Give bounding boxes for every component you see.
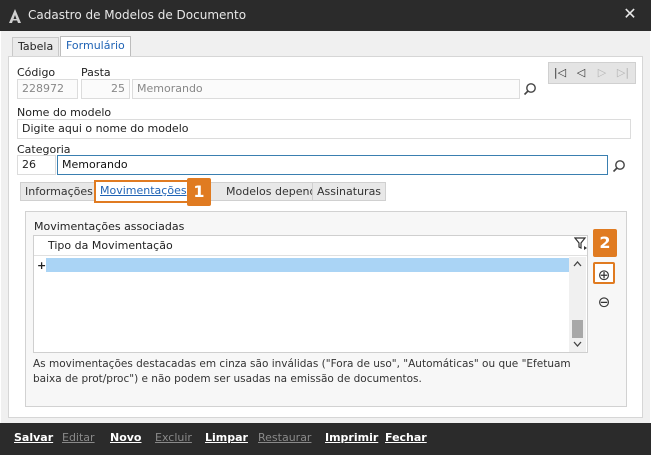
pasta-code-field[interactable]: 25 [81, 79, 130, 99]
app-logo-icon [9, 9, 21, 23]
tab-formulario[interactable]: Formulário [60, 36, 131, 56]
clear-button[interactable]: Limpar [205, 431, 248, 444]
prev-record-button[interactable]: ◁ [573, 66, 589, 80]
save-button[interactable]: Salvar [14, 431, 53, 444]
nome-field[interactable]: Digite aqui o nome do modelo [17, 119, 631, 139]
print-button[interactable]: Imprimir [325, 431, 378, 444]
column-header-tipo[interactable]: Tipo da Movimentação [48, 239, 173, 252]
last-record-button[interactable]: ▷| [615, 66, 631, 80]
tab-tabela[interactable]: Tabela [12, 37, 60, 56]
record-navigator: |◁ ◁ ▷ ▷| [548, 62, 636, 84]
movimentacoes-grid: Tipo da Movimentação + [33, 235, 588, 353]
filter-icon[interactable] [574, 237, 588, 251]
search-icon[interactable] [523, 82, 537, 96]
subtab-movimentacoes[interactable]: Movimentações [94, 180, 193, 203]
close-button[interactable]: Fechar [385, 431, 427, 444]
scroll-up-icon[interactable] [573, 261, 582, 267]
new-row-indicator: + [37, 259, 47, 272]
pasta-name-field[interactable]: Memorando [132, 79, 520, 99]
scrollbar-thumb[interactable] [572, 320, 583, 338]
subtab-informacoes[interactable]: Informações [20, 182, 98, 201]
grid-header: Tipo da Movimentação [34, 236, 587, 256]
edit-button[interactable]: Editar [62, 431, 95, 444]
scroll-down-icon[interactable] [573, 341, 582, 347]
first-record-button[interactable]: |◁ [552, 66, 568, 80]
close-icon[interactable]: ✕ [622, 6, 638, 22]
nome-label: Nome do modelo [17, 106, 112, 119]
add-movimentacao-button[interactable]: ⊕ [593, 262, 615, 284]
subtab-assinaturas[interactable]: Assinaturas [312, 182, 387, 201]
search-icon[interactable] [612, 159, 626, 173]
codigo-label: Código [17, 66, 56, 79]
restore-button[interactable]: Restaurar [258, 431, 311, 444]
vertical-scrollbar[interactable] [569, 257, 586, 352]
new-button[interactable]: Novo [110, 431, 142, 444]
next-record-button[interactable]: ▷ [594, 66, 610, 80]
codigo-field[interactable]: 228972 [17, 79, 78, 99]
bottom-toolbar: Salvar Editar Novo Excluir Limpar Restau… [0, 423, 651, 455]
title-bar: Cadastro de Modelos de Documento ✕ [0, 0, 651, 31]
categoria-code-field[interactable]: 26 [17, 155, 56, 175]
window-title: Cadastro de Modelos de Documento [28, 8, 247, 22]
invalid-movements-note: As movimentações destacadas em cinza são… [33, 358, 571, 385]
callout-2: 2 [593, 229, 617, 257]
table-row[interactable] [46, 258, 569, 272]
remove-movimentacao-button[interactable]: ⊖ [593, 291, 615, 313]
categoria-name-field[interactable]: Memorando [57, 155, 608, 175]
pasta-label: Pasta [81, 66, 111, 79]
delete-button[interactable]: Excluir [155, 431, 192, 444]
callout-1: 1 [187, 178, 211, 206]
movimentacoes-section-label: Movimentações associadas [34, 220, 185, 233]
